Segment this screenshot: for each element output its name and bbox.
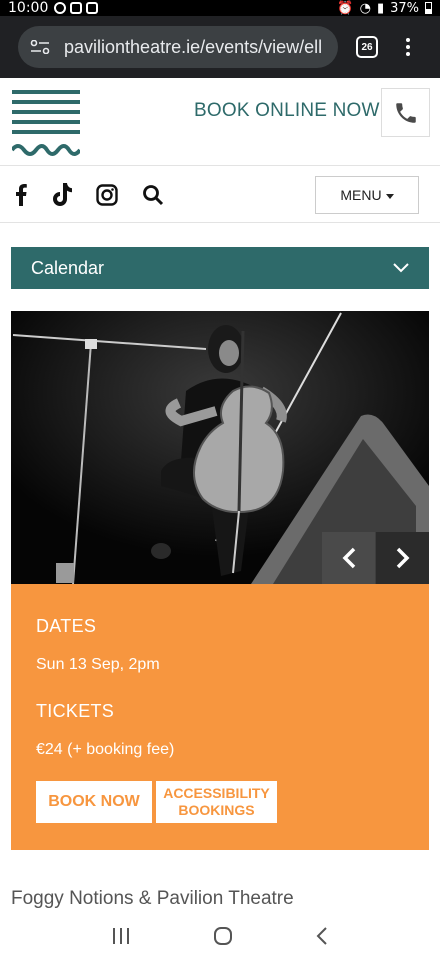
menu-button[interactable]: MENU xyxy=(315,176,419,214)
gallery-icon xyxy=(86,2,99,14)
calendar-label: Calendar xyxy=(31,257,105,278)
dates-heading: DATES xyxy=(36,616,97,636)
tickets-heading: TICKETS xyxy=(36,701,115,721)
book-online-link[interactable]: BOOK ONLINE NOW xyxy=(194,100,380,122)
home-icon[interactable] xyxy=(213,927,233,945)
tiktok-icon[interactable] xyxy=(50,183,74,207)
chevron-down-icon xyxy=(393,263,409,273)
phone-icon xyxy=(395,102,416,123)
alarm-icon: ⏰ xyxy=(337,0,354,16)
notification-icon xyxy=(70,2,83,14)
ticket-price: €24 (+ booking fee) xyxy=(36,741,175,758)
accessibility-bookings-button[interactable]: ACCESSIBILITY BOOKINGS xyxy=(156,781,277,823)
search-icon[interactable] xyxy=(141,183,165,207)
status-time: 10:00 xyxy=(8,0,49,16)
status-bar: 10:00 ⏰ ◔ ▮ 37% xyxy=(0,0,440,16)
site-settings-icon[interactable] xyxy=(30,40,50,54)
book-now-button[interactable]: BOOK NOW xyxy=(36,781,152,823)
chevron-right-icon xyxy=(396,547,409,569)
pavilion-logo[interactable] xyxy=(12,88,80,156)
address-bar[interactable]: paviliontheatre.ie/events/view/ell xyxy=(18,26,338,68)
social-toolbar: MENU xyxy=(0,167,440,223)
caret-down-icon xyxy=(385,193,394,199)
accessibility-label-line1: ACCESSIBILITY xyxy=(163,785,270,801)
event-date: Sun 13 Sep, 2pm xyxy=(36,656,160,673)
wifi-icon: ◔ xyxy=(359,0,371,16)
calendar-dropdown[interactable]: Calendar xyxy=(11,247,429,289)
accessibility-label-line2: BOOKINGS xyxy=(178,802,255,818)
signal-icon: ▮ xyxy=(376,0,385,16)
battery-icon xyxy=(425,2,432,14)
recent-apps-icon[interactable] xyxy=(112,928,130,944)
url-text: paviliontheatre.ie/events/view/ell xyxy=(64,36,323,57)
back-icon[interactable] xyxy=(316,927,328,945)
presenter-text: Foggy Notions & Pavilion Theatre xyxy=(11,888,294,909)
facebook-icon[interactable] xyxy=(9,183,33,207)
browser-toolbar: paviliontheatre.ie/events/view/ell 26 xyxy=(0,16,440,78)
system-nav-bar xyxy=(0,912,440,960)
site-header: BOOK ONLINE NOW xyxy=(0,78,440,166)
chevron-left-icon xyxy=(342,547,355,569)
event-info-panel: DATES Sun 13 Sep, 2pm TICKETS €24 (+ boo… xyxy=(11,584,429,850)
whatsapp-icon xyxy=(54,2,67,14)
instagram-icon[interactable] xyxy=(95,183,119,207)
tab-switcher-button[interactable]: 26 xyxy=(356,36,378,58)
carousel-next-button[interactable] xyxy=(376,532,429,584)
phone-button[interactable] xyxy=(381,88,430,137)
carousel-prev-button[interactable] xyxy=(322,532,375,584)
browser-menu-icon[interactable] xyxy=(406,38,410,56)
battery-level: 37% xyxy=(390,0,419,16)
menu-label: MENU xyxy=(340,187,382,203)
